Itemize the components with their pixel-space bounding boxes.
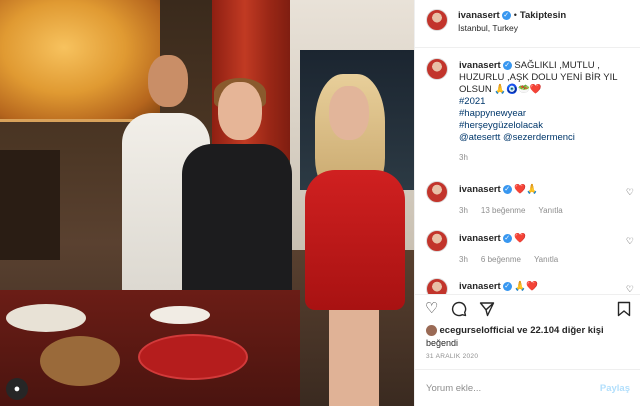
like-icon[interactable]: ♡ — [425, 301, 438, 317]
post-photo[interactable]: ● — [0, 0, 414, 406]
post-comment-button[interactable]: Paylaş — [600, 383, 630, 394]
author-username[interactable]: ivanasert — [458, 10, 500, 21]
comment-username[interactable]: ivanasert — [459, 184, 501, 195]
author-avatar[interactable] — [426, 9, 448, 31]
verified-badge-icon: ✓ — [502, 60, 512, 70]
comment-text: ❤️🙏 — [514, 184, 539, 195]
comment-avatar[interactable] — [426, 230, 448, 252]
mentions[interactable]: @atesertt @sezerdermenci — [459, 132, 629, 144]
following-button[interactable]: Takiptesin — [520, 10, 566, 21]
comment-like-icon[interactable]: ♡ — [626, 284, 634, 294]
comment-like-icon[interactable]: ♡ — [626, 187, 634, 198]
likes-suffix: beğendi — [426, 338, 459, 348]
comment-text: 🙏❤️ — [514, 281, 539, 292]
add-comment-bar: Paylaş — [415, 369, 640, 406]
reply-button[interactable]: Yanıtla — [538, 206, 562, 215]
separator-dot: • — [513, 10, 517, 20]
comment-icon[interactable] — [451, 301, 467, 321]
comment-text: ❤️ — [514, 233, 527, 244]
tagged-users-icon[interactable]: ● — [6, 378, 28, 400]
share-icon[interactable] — [479, 301, 495, 321]
comment-like-icon[interactable]: ♡ — [626, 236, 634, 247]
verified-badge-icon: ✓ — [502, 233, 512, 243]
verified-badge-icon: ✓ — [501, 11, 511, 21]
caption-time[interactable]: 3h — [459, 152, 468, 164]
comment-username[interactable]: ivanasert — [459, 281, 501, 292]
comment-likes[interactable]: 6 beğenme — [481, 255, 521, 264]
comment-avatar[interactable] — [426, 181, 448, 203]
photo-shelf — [0, 150, 60, 260]
comment-username[interactable]: ivanasert — [459, 233, 501, 244]
comment-time[interactable]: 3h — [459, 206, 468, 215]
reply-button[interactable]: Yanıtla — [534, 255, 558, 264]
liker-avatar[interactable] — [426, 325, 437, 337]
hashtag[interactable]: #herşeygüzelolacak — [459, 120, 629, 132]
post-date[interactable]: 31 ARALIK 2020 — [426, 353, 478, 360]
photo-table — [0, 290, 300, 406]
hashtag[interactable]: #2021 — [459, 96, 629, 108]
hashtag[interactable]: #happynewyear — [459, 108, 629, 120]
verified-badge-icon: ✓ — [502, 281, 512, 291]
comment-time[interactable]: 3h — [459, 255, 468, 264]
caption-username[interactable]: ivanasert — [459, 60, 501, 71]
action-bar: ♡ — [415, 294, 640, 324]
post-header: ivanasert ✓ • Takiptesin İstanbul, Turkey — [415, 0, 640, 48]
comment-input[interactable] — [426, 382, 600, 394]
post-side-panel: ivanasert ✓ • Takiptesin İstanbul, Turkey i… — [414, 0, 640, 406]
liker-username[interactable]: ecegurselofficial — [440, 325, 515, 336]
photo-person-woman — [305, 74, 405, 406]
likes-summary: ecegurselofficial ve 22.104 diğer kişi b… — [426, 324, 631, 349]
verified-badge-icon: ✓ — [502, 184, 512, 194]
comments-list[interactable]: ivanasert ✓ SAĞLIKLI ,MUTLU , HUZURLU ,AŞ… — [415, 48, 640, 294]
comment-likes[interactable]: 13 beğenme — [481, 206, 525, 215]
caption-avatar[interactable] — [426, 58, 448, 80]
post-location[interactable]: İstanbul, Turkey — [458, 22, 566, 34]
save-icon[interactable] — [617, 301, 631, 321]
comment-avatar[interactable] — [426, 278, 448, 294]
other-likes-link[interactable]: ve 22.104 diğer kişi — [517, 325, 604, 336]
